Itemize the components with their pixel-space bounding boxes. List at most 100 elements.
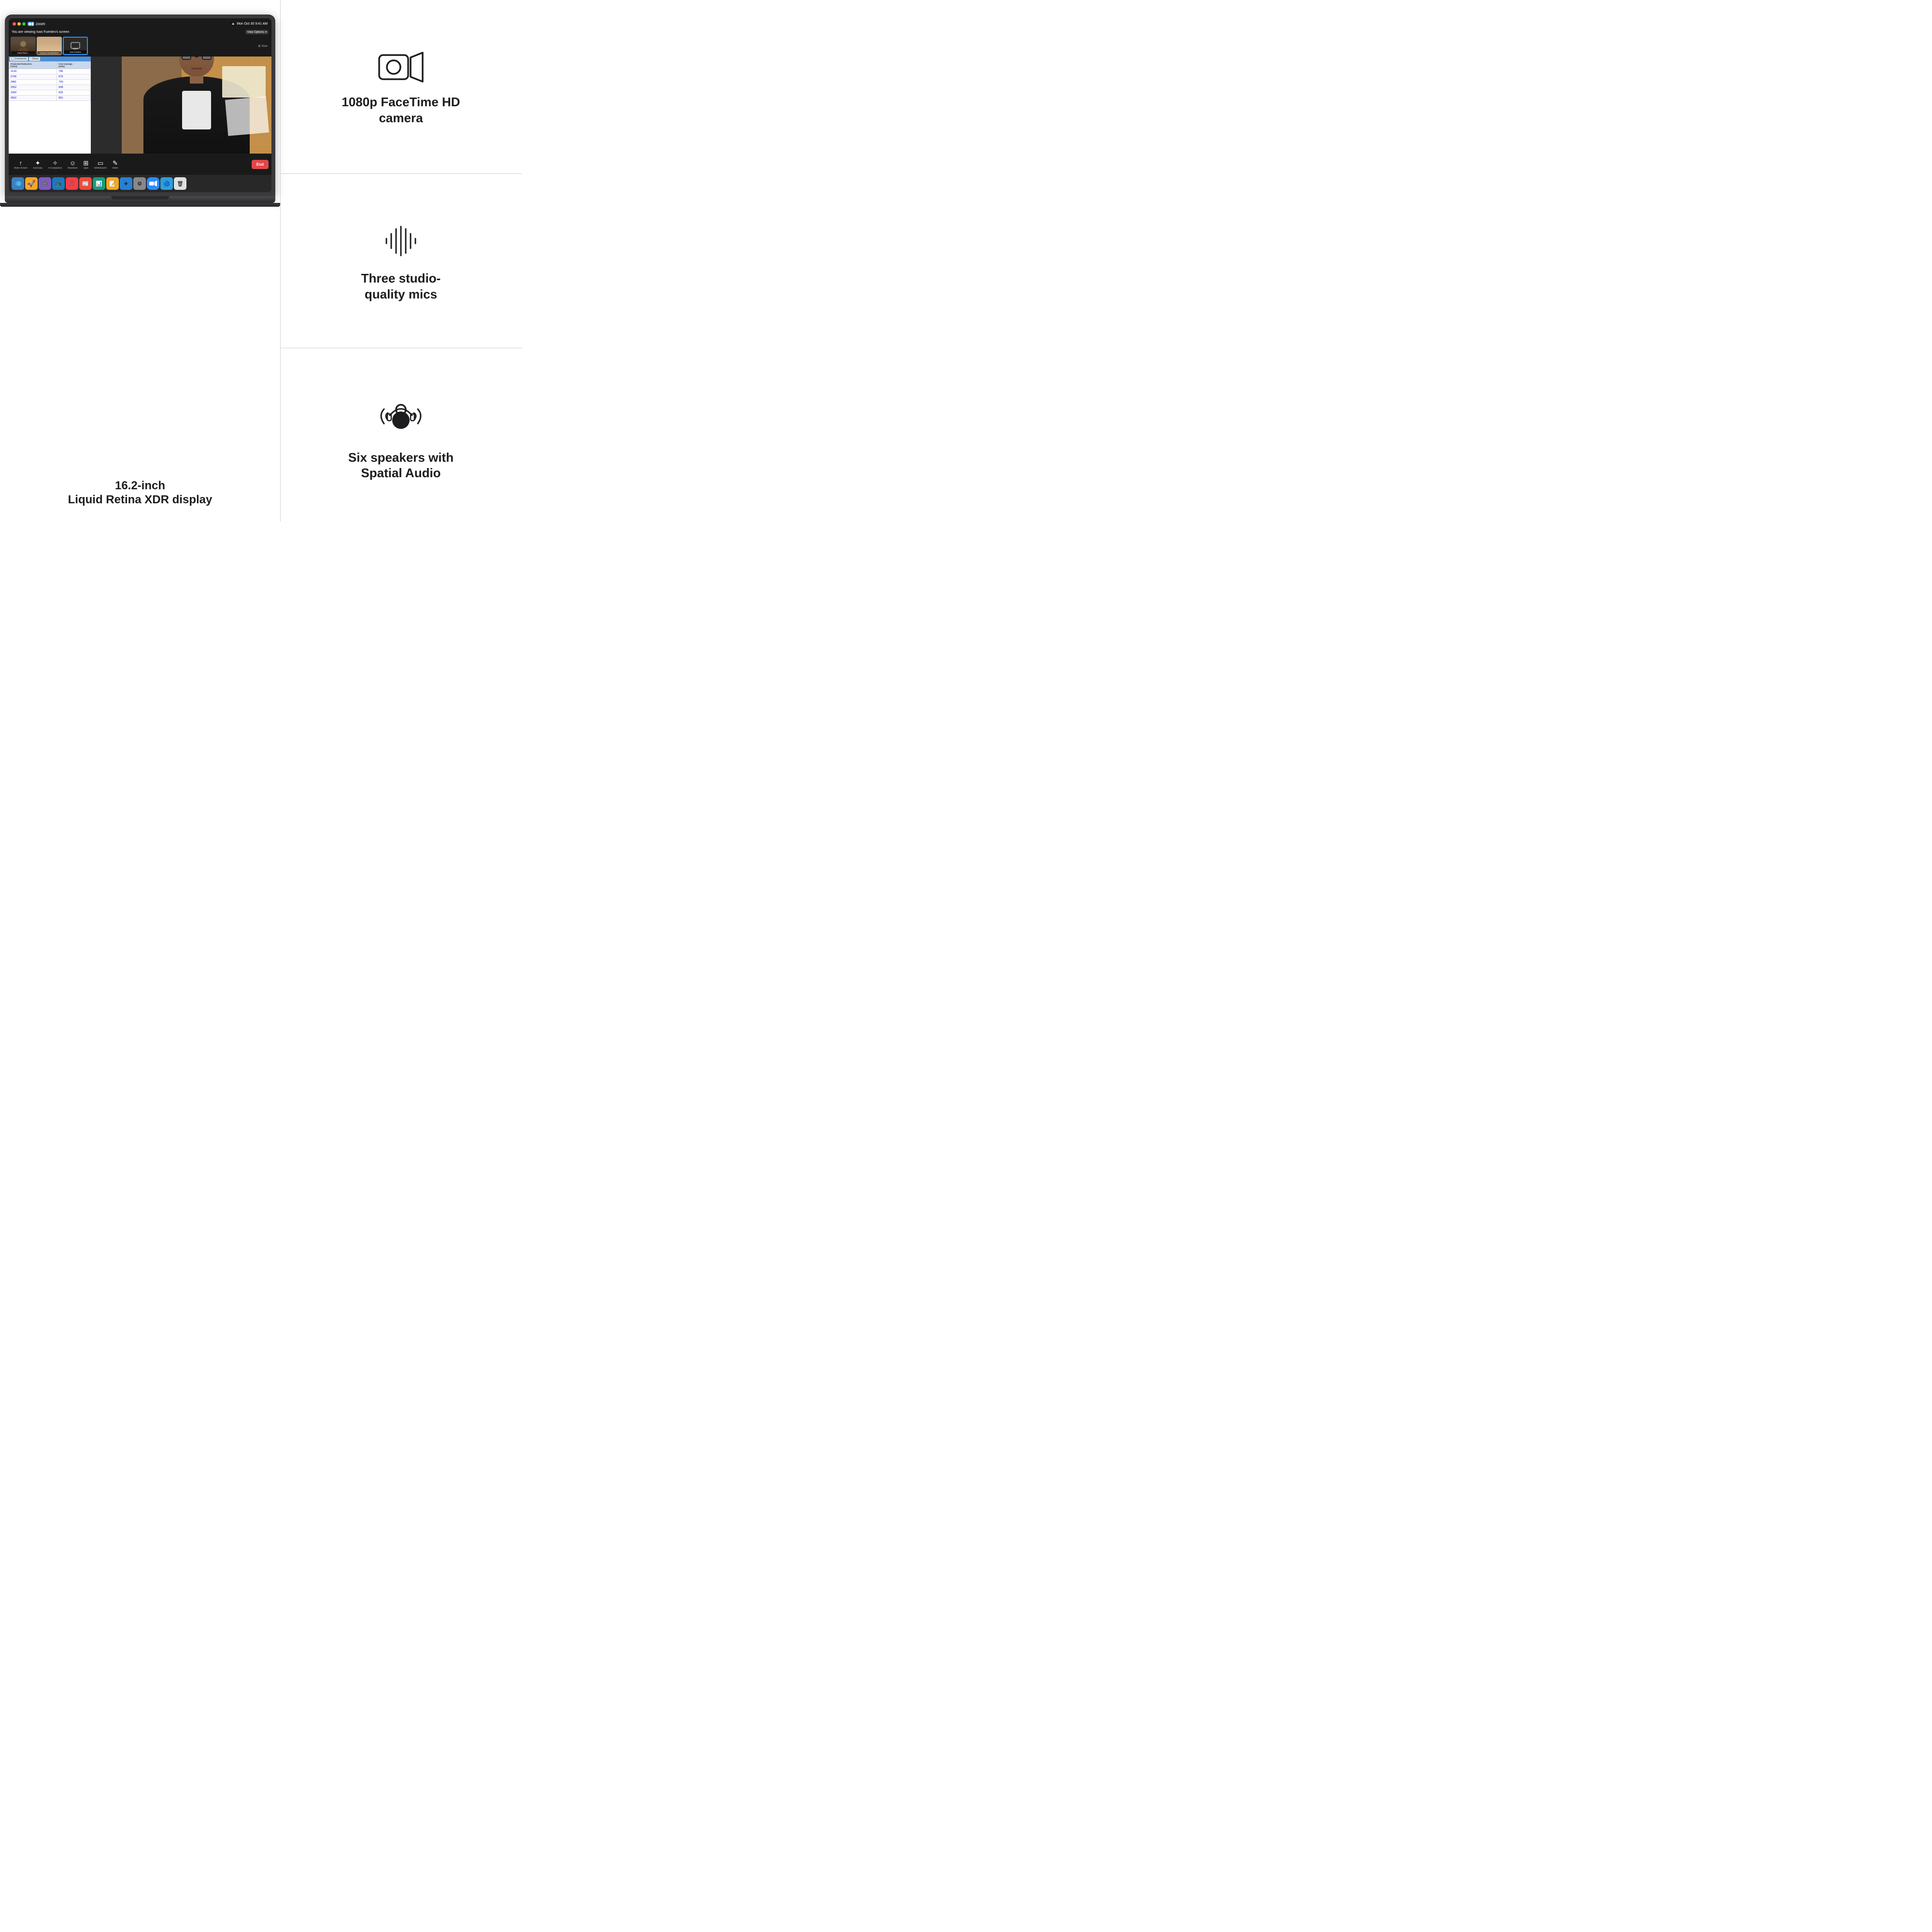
main-video (122, 57, 271, 154)
summary-label: Summary (33, 167, 43, 169)
spreadsheet-cell: 891 (57, 96, 91, 101)
dock-numbers[interactable]: 📊 (93, 177, 105, 190)
mic-icon-wrap (377, 219, 425, 263)
whiteboards-icon: ▭ (98, 160, 103, 166)
apps-label: Apps (84, 167, 88, 169)
reactions-icon: ☺ (70, 160, 76, 166)
caption-line1: 16.2-inch (0, 479, 280, 493)
ai-companion-label: AI Companion (48, 167, 62, 169)
zoom-logo-bar: zoom (28, 22, 45, 26)
participant-label-1: David Beau... (11, 51, 35, 55)
spreadsheet-cell: 3562 (9, 96, 57, 101)
feature-mic: Three studio-quality mics (280, 174, 522, 347)
speaker-icon-wrap (374, 389, 427, 442)
apps-icon: ⊞ (83, 160, 88, 166)
dock-trash[interactable]: 🗑 (174, 177, 186, 190)
caption-line2: Liquid Retina XDR display (0, 493, 280, 507)
view-options-label: View Options (247, 31, 264, 34)
toolbar-apps[interactable]: ⊞ Apps (81, 158, 91, 170)
zoom-screen: zoom ▲ Mon Oct 30 9:41 AM You are viewin… (9, 18, 271, 192)
col-header-2: Cost Savings(USD) (57, 62, 91, 69)
share-screen-icon: ↑ (19, 160, 23, 166)
laptop-foot (0, 203, 280, 207)
comments-btn[interactable]: 💬 Comments (10, 57, 28, 61)
left-section: zoom ▲ Mon Oct 30 9:41 AM You are viewin… (0, 0, 280, 522)
zoom-icon (28, 22, 34, 26)
end-button[interactable]: End (252, 160, 269, 169)
dock-testflight[interactable]: ✈ (120, 177, 132, 190)
dock-settings[interactable]: ⚙ (133, 177, 146, 190)
laptop-body: zoom ▲ Mon Oct 30 9:41 AM You are viewin… (5, 14, 275, 196)
spreadsheet-cell: 825 (57, 90, 91, 96)
toolbar-share-screen[interactable]: ↑ Share Screen (12, 158, 30, 170)
ai-companion-icon: ✧ (53, 160, 58, 166)
dock-arcade[interactable]: 🎮 (39, 177, 51, 190)
reactions-label: Reactions (68, 167, 77, 169)
spreadsheet-area: 💬 Comments ↑ Share Projected Reduction(T… (9, 57, 91, 154)
mic-title: Three studio-quality mics (361, 270, 441, 302)
macos-dock: 🚀 🎮 📺 🎵 📰 (9, 175, 271, 192)
toolbar-summary[interactable]: ✦ Summary (31, 158, 45, 170)
spreadsheet-cell: 3143 (9, 69, 57, 74)
viewing-text: You are viewing Ivan Fuentes's screen (12, 30, 69, 34)
dock-notes[interactable]: 📝 (106, 177, 119, 190)
share-screen-label: Share Screen (14, 167, 28, 169)
right-section: 1080p FaceTime HDcamera Three studio-qua… (280, 0, 522, 522)
toolbar-reactions[interactable]: ☺ Reactions (65, 158, 80, 170)
laptop-wrapper: zoom ▲ Mon Oct 30 9:41 AM You are viewin… (0, 14, 280, 207)
share-btn[interactable]: ↑ Share (29, 57, 40, 61)
toolbar-notes[interactable]: ✎ Notes (110, 158, 121, 170)
spatial-audio-icon (374, 389, 427, 442)
summary-icon: ✦ (35, 160, 41, 166)
dot-yellow (17, 22, 21, 26)
notes-label: Notes (113, 167, 118, 169)
caption-left: 16.2-inch Liquid Retina XDR display (0, 479, 280, 507)
toolbar-ai-companion[interactable]: ✧ AI Companion (46, 158, 65, 170)
spreadsheet-cell: 786 (57, 69, 91, 74)
viewing-banner: You are viewing Ivan Fuentes's screen Vi… (9, 29, 271, 35)
dock-tv[interactable]: 📺 (52, 177, 65, 190)
video-background (122, 57, 271, 154)
view-button[interactable]: ⊞ View (256, 43, 270, 49)
feature-speaker: Six speakers withSpatial Audio (280, 348, 522, 522)
camera-icon-wrap (377, 48, 425, 86)
dock-music[interactable]: 🎵 (66, 177, 78, 190)
participant-label-3: Ivan Fuentes (64, 50, 86, 54)
dock-finder[interactable] (12, 177, 24, 190)
col-header-1: Projected Reduction(Time) (9, 62, 57, 69)
dot-red (13, 22, 16, 26)
dock-zoom[interactable] (147, 177, 159, 190)
zoom-toolbar: ↑ Share Screen ✦ Summary ✧ AI Companion (9, 154, 271, 175)
dock-news[interactable]: 📰 (79, 177, 92, 190)
participant-thumb-2[interactable]: Carmen Sharafeldeen (37, 37, 62, 55)
view-options-button[interactable]: View Options ▾ (245, 30, 269, 34)
participant-thumb-3[interactable]: Ivan Fuentes (63, 37, 88, 55)
chevron-down-icon: ▾ (265, 30, 267, 34)
main-content: 💬 Comments ↑ Share Projected Reduction(T… (9, 57, 271, 154)
camera-icon (377, 48, 425, 86)
toolbar-items: ↑ Share Screen ✦ Summary ✧ AI Companion (12, 158, 120, 170)
toolbar-whiteboards[interactable]: ▭ Whiteboards (92, 158, 109, 170)
participant-thumb-1[interactable]: David Beau... (11, 37, 36, 55)
spreadsheet-cell: 838 (57, 85, 91, 90)
dock-app2[interactable]: 🔵 (160, 177, 173, 190)
laptop-notch (111, 196, 169, 199)
spreadsheet-cell: 2881 (9, 80, 57, 85)
topbar-right: ▲ Mon Oct 30 9:41 AM (231, 22, 268, 26)
traffic-dots (13, 22, 26, 26)
dock-launchpad[interactable]: 🚀 (25, 177, 38, 190)
topbar-left: zoom (13, 22, 45, 26)
zoom-topbar: zoom ▲ Mon Oct 30 9:41 AM (9, 18, 271, 29)
laptop-base (5, 196, 275, 203)
camera-title: 1080p FaceTime HDcamera (341, 94, 460, 126)
time-display: Mon Oct 30 9:41 AM (237, 22, 268, 26)
spreadsheet-cell: 676 (57, 74, 91, 80)
sheet-header: 💬 Comments ↑ Share (9, 57, 91, 61)
dot-green (22, 22, 26, 26)
mic-icon (377, 219, 425, 263)
whiteboards-label: Whiteboards (94, 167, 106, 169)
notes-icon: ✎ (113, 160, 118, 166)
screen-outer: zoom ▲ Mon Oct 30 9:41 AM You are viewin… (9, 18, 271, 192)
speaker-title: Six speakers withSpatial Audio (348, 450, 454, 481)
participants-strip: David Beau... Carmen Sharafeldeen (9, 35, 271, 57)
